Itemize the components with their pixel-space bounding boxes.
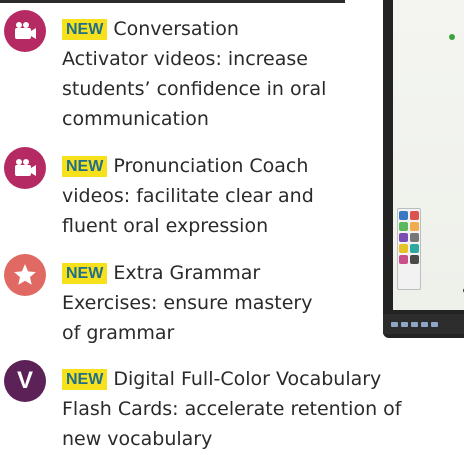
feature-line: Conversation: [113, 18, 239, 40]
status-dot: [449, 34, 455, 40]
star-icon: [4, 254, 46, 296]
feature-extra-grammar: NEW Extra Grammar Exercises: ensure maste…: [4, 254, 312, 348]
new-badge: NEW: [62, 369, 108, 390]
palette-swatch: [399, 255, 408, 264]
feature-line: videos: facilitate clear and: [62, 185, 314, 207]
feature-line: students’ confidence in oral: [62, 78, 327, 100]
video-camera-icon: [4, 147, 46, 189]
feature-line: Flash Cards: accelerate retention of: [62, 398, 402, 420]
feature-pronunciation-coach: NEW Pronunciation Coach videos: facilitat…: [4, 147, 314, 241]
feature-text: NEW Conversation Activator videos: increa…: [62, 14, 326, 134]
whiteboard-screen: [393, 0, 464, 310]
feature-line: new vocabulary: [62, 428, 213, 450]
palette-swatch: [399, 211, 408, 220]
feature-line: Activator videos: increase: [62, 48, 308, 70]
toolbar-button: [391, 321, 398, 327]
video-camera-icon: [4, 10, 46, 52]
feature-line: communication: [62, 108, 209, 130]
feature-text: NEW Pronunciation Coach videos: facilitat…: [62, 151, 314, 241]
palette-swatch: [410, 233, 419, 242]
new-badge: NEW: [62, 19, 108, 40]
palette-swatch: [399, 233, 408, 242]
feature-text: NEW Digital Full-Color Vocabulary Flash C…: [62, 364, 401, 454]
toolbar-button: [401, 321, 408, 327]
feature-text: NEW Extra Grammar Exercises: ensure maste…: [62, 258, 312, 348]
palette-swatch: [399, 244, 408, 253]
feature-line: Extra Grammar: [113, 262, 261, 284]
feature-line: Pronunciation Coach: [113, 155, 309, 177]
new-badge: NEW: [62, 156, 108, 177]
palette-swatch: [410, 255, 419, 264]
toolbar-button: [421, 321, 428, 327]
palette-swatch: [410, 211, 419, 220]
new-badge: NEW: [62, 263, 108, 284]
icon-letter: V: [16, 367, 33, 394]
toolbar-button: [411, 321, 418, 327]
palette-swatch: [410, 222, 419, 231]
feature-line: Exercises: ensure mastery: [62, 292, 313, 314]
top-divider: [0, 0, 345, 3]
toolbar-button: [431, 321, 438, 327]
feature-line: fluent oral expression: [62, 215, 269, 237]
whiteboard-illustration: [383, 0, 464, 338]
palette-swatch: [410, 244, 419, 253]
tool-palette: [397, 208, 421, 290]
whiteboard-toolbar: [383, 314, 464, 334]
feature-conversation-activator: NEW Conversation Activator videos: increa…: [4, 10, 326, 134]
feature-line: of grammar: [62, 322, 175, 344]
letter-v-icon: V: [4, 360, 46, 402]
feature-vocabulary-flash-cards: V NEW Digital Full-Color Vocabulary Flash…: [4, 360, 401, 454]
palette-swatch: [399, 222, 408, 231]
feature-line: Digital Full-Color Vocabulary: [113, 368, 382, 390]
